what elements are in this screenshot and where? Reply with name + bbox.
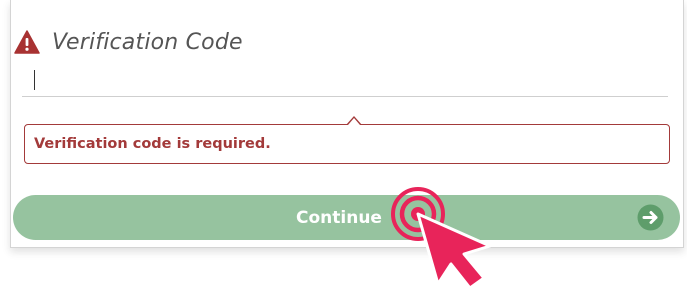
- verification-code-input[interactable]: [22, 63, 668, 97]
- field-label-row: Verification Code: [14, 24, 243, 60]
- continue-button-label: Continue: [296, 207, 382, 228]
- error-pointer-inner: [348, 118, 360, 125]
- error-message-text: Verification code is required.: [34, 136, 271, 152]
- verification-code-label: Verification Code: [52, 29, 243, 55]
- error-message-box: Verification code is required.: [24, 124, 670, 164]
- click-cursor-icon: [391, 187, 492, 289]
- text-caret: [34, 70, 35, 90]
- warning-icon: [14, 30, 40, 54]
- stage: Verification Code Verification code is r…: [0, 0, 687, 289]
- continue-button[interactable]: Continue: [13, 195, 680, 240]
- arrow-right-circle-icon: [637, 204, 664, 231]
